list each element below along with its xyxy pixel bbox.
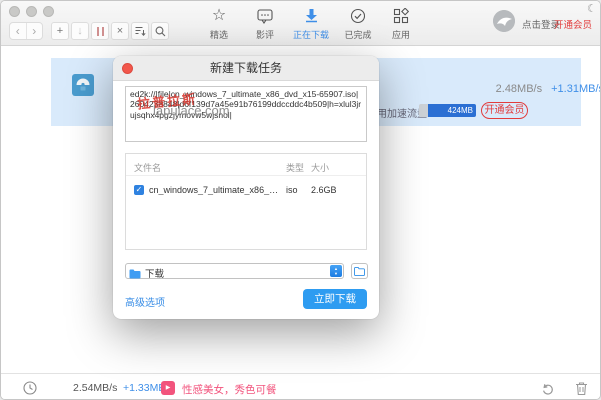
header-size: 大小 xyxy=(311,161,329,174)
quota-progress-fill: 424MB xyxy=(428,104,476,117)
tab-featured[interactable]: ☆ 精选 xyxy=(197,6,241,41)
vip-link[interactable]: 开通会员 xyxy=(554,17,592,31)
promo-play-icon[interactable]: ▶ xyxy=(161,381,175,395)
row-speed: 2.48MB/s xyxy=(496,83,542,95)
user-avatar[interactable] xyxy=(493,10,515,32)
pause-icon xyxy=(97,27,104,36)
check-circle-icon xyxy=(350,8,366,24)
dialog-title: 新建下载任务 xyxy=(113,56,379,81)
row-boost-speed: +1.31MB/s xyxy=(551,83,601,95)
dialog-header: 新建下载任务 xyxy=(113,56,379,81)
save-path-select[interactable]: 下载 ▲ ▼ xyxy=(125,263,344,279)
folder-outline-icon xyxy=(354,267,365,276)
advanced-options-link[interactable]: 高级选项 xyxy=(125,294,165,309)
moon-icon[interactable]: ☾ xyxy=(587,2,597,15)
traffic-light-minimize-icon[interactable] xyxy=(26,6,37,17)
back-button[interactable]: ‹ xyxy=(10,23,27,39)
file-list-header: 文件名 类型 大小 xyxy=(126,154,366,176)
app-window: ‹ › + ↓ × ☆ 精选 xyxy=(0,0,601,400)
tab-downloading[interactable]: 正在下载 xyxy=(289,6,333,41)
download-icon xyxy=(304,8,319,24)
status-bar: 2.54MB/s +1.33MB/s ▶ 性感美女，秀色可餐 xyxy=(1,373,601,400)
select-stepper-icon[interactable]: ▲ ▼ xyxy=(330,265,342,277)
watermark-site: lapulace.com xyxy=(153,103,230,118)
file-name: cn_windows_7_ultimate_x86_dvd_x... xyxy=(149,185,281,195)
toolbar: ‹ › + ↓ × ☆ 精选 xyxy=(1,1,601,46)
add-task-button[interactable]: + xyxy=(51,22,69,40)
search-icon xyxy=(155,26,166,37)
file-list: 文件名 类型 大小 ✓ cn_windows_7_ultimate_x86_dv… xyxy=(125,153,367,250)
star-icon: ☆ xyxy=(212,7,226,25)
trash-icon[interactable] xyxy=(575,381,588,400)
download-now-button[interactable]: 立即下载 xyxy=(303,289,367,309)
resume-button[interactable]: ↓ xyxy=(71,22,89,40)
new-task-dialog: 新建下载任务 ed2k://|file|cn_windows_7_ultimat… xyxy=(113,56,379,319)
restore-tasks-icon[interactable] xyxy=(541,382,555,400)
iso-file-icon xyxy=(72,74,94,101)
search-button[interactable] xyxy=(151,22,169,40)
clock-icon xyxy=(23,381,37,400)
quota-progress-bar: 424MB xyxy=(419,104,476,117)
status-speed: 2.54MB/s xyxy=(73,382,117,394)
forward-button[interactable]: › xyxy=(27,23,43,39)
pause-button[interactable] xyxy=(91,22,109,40)
row-vip-button[interactable]: 开通会员 xyxy=(481,102,528,119)
grid-icon xyxy=(393,8,409,24)
row-speed-info: 2.48MB/s +1.31MB/s xyxy=(459,83,601,95)
table-row[interactable]: ✓ cn_windows_7_ultimate_x86_dvd_x... iso… xyxy=(126,176,366,202)
tab-apps[interactable]: 应用 xyxy=(379,6,423,41)
bird-logo-icon xyxy=(493,10,515,32)
browse-folder-button[interactable] xyxy=(351,263,368,279)
comment-icon xyxy=(257,9,273,24)
nav-segment: ‹ › xyxy=(9,22,43,40)
tab-completed[interactable]: 已完成 xyxy=(336,6,380,41)
traffic-light-close-icon[interactable] xyxy=(9,6,20,17)
sort-button[interactable] xyxy=(131,22,149,40)
save-path-value: 下载 xyxy=(145,266,164,280)
sort-icon xyxy=(135,26,146,37)
quota-progress-track xyxy=(419,104,428,117)
file-checkbox[interactable]: ✓ xyxy=(134,185,144,195)
promo-link[interactable]: 性感美女，秀色可餐 xyxy=(182,382,277,397)
file-type: iso xyxy=(286,185,298,195)
file-size: 2.6GB xyxy=(311,185,337,195)
traffic-light-zoom-icon[interactable] xyxy=(43,6,54,17)
delete-task-button[interactable]: × xyxy=(111,22,129,40)
tab-reviews[interactable]: 影评 xyxy=(243,6,287,41)
header-filename: 文件名 xyxy=(134,161,161,174)
header-type: 类型 xyxy=(286,161,304,174)
folder-icon xyxy=(129,266,141,284)
dialog-close-icon[interactable] xyxy=(122,63,133,74)
